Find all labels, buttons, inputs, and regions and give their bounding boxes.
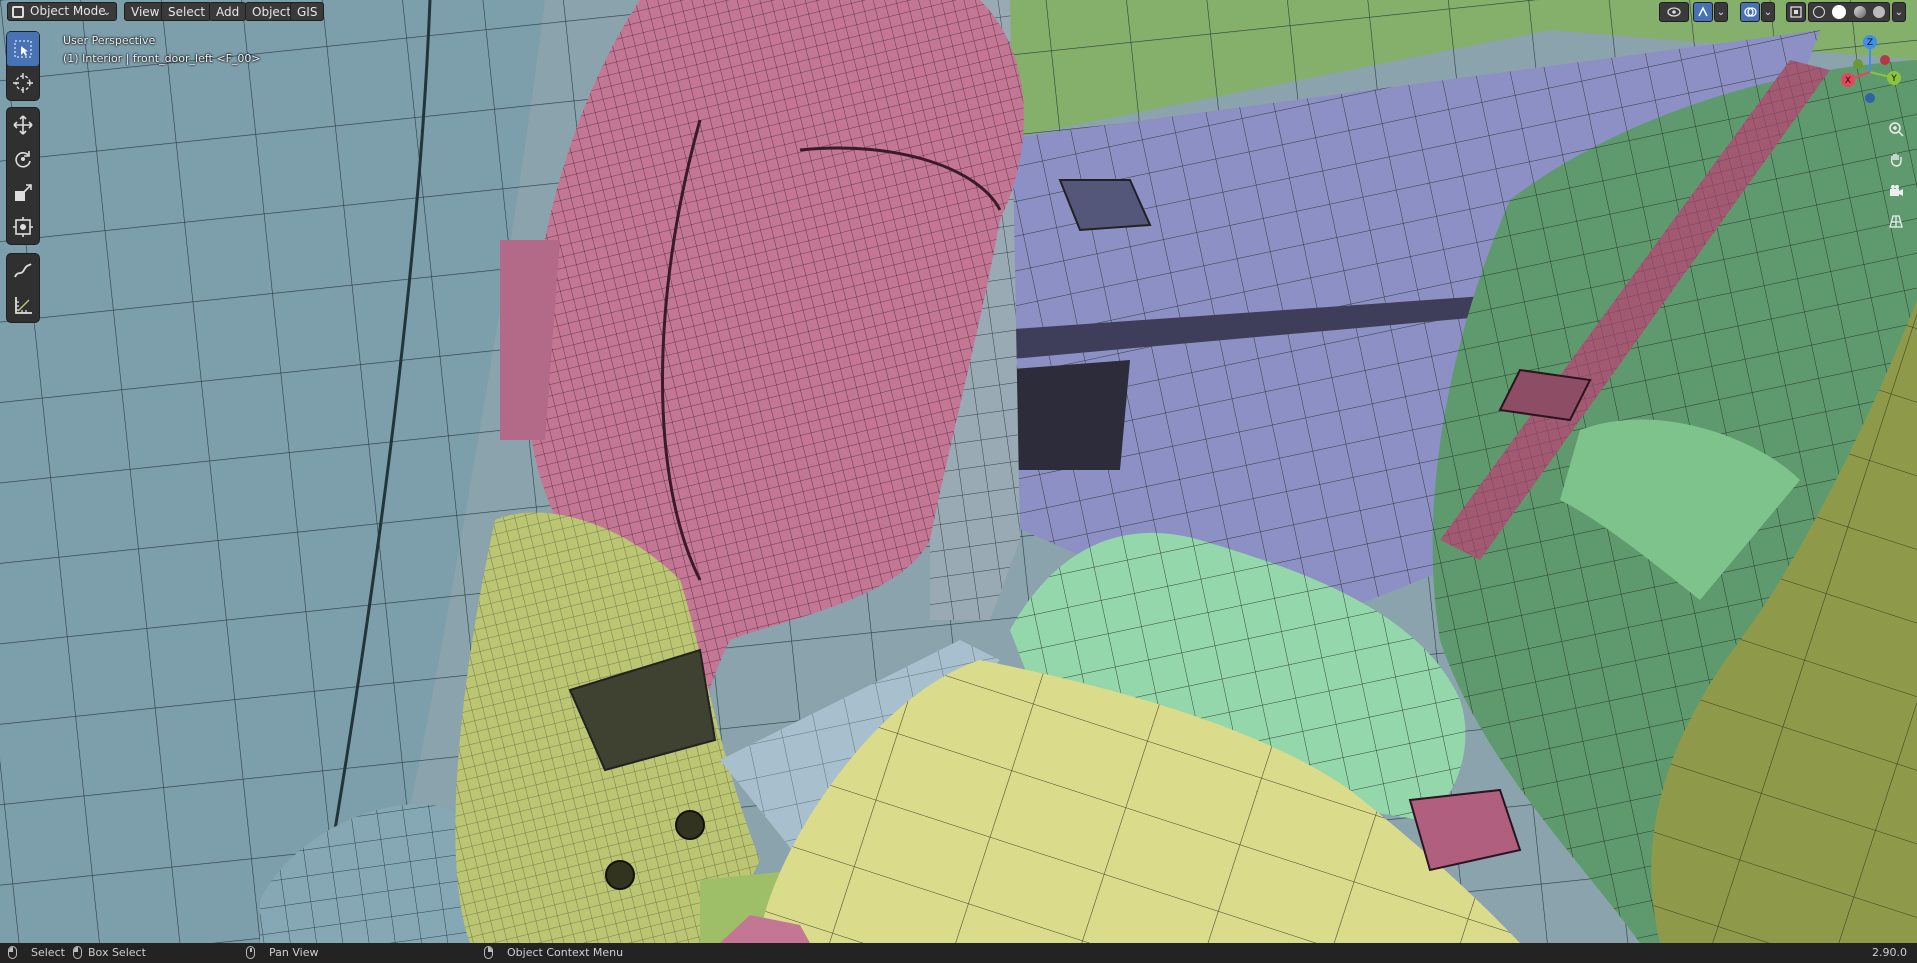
gizmo-toggle[interactable]	[1693, 2, 1713, 22]
chevron-down-icon: ⌄	[1894, 6, 1904, 18]
rotate-tool[interactable]	[7, 142, 39, 176]
solid-shading-icon[interactable]	[1832, 5, 1847, 19]
visibility-dropdown[interactable]	[1659, 2, 1689, 22]
version-label: 2.90.0	[1872, 946, 1907, 959]
zoom-button[interactable]	[1883, 116, 1909, 142]
move-icon	[13, 115, 33, 135]
object-mode-icon	[12, 5, 24, 18]
status-select-label: Select	[31, 946, 65, 959]
scale-tool[interactable]	[7, 176, 39, 210]
mode-label: Object Mode	[30, 4, 106, 18]
menu-select[interactable]: Select	[161, 2, 213, 21]
chevron-down-icon: ⌄	[1763, 6, 1773, 18]
pan-button[interactable]	[1883, 146, 1909, 172]
camera-icon	[1890, 185, 1903, 196]
hand-icon	[1890, 153, 1902, 167]
gizmo-dropdown[interactable]: ⌄	[1714, 2, 1728, 22]
zoom-icon	[1889, 122, 1904, 137]
status-pan-view: Pan View	[246, 946, 318, 959]
menu-add[interactable]: Add	[209, 2, 247, 21]
viewport-header: Object Mode ⌄ View Select Add Object GIS…	[0, 0, 1917, 24]
gizmo-y-label: Y	[1890, 74, 1897, 84]
status-context-menu: Object Context Menu	[484, 946, 623, 959]
status-pan-view-label: Pan View	[269, 946, 319, 959]
measure-icon	[15, 297, 32, 314]
mouse-right-icon	[484, 946, 493, 959]
move-tool[interactable]	[7, 108, 39, 142]
scale-icon	[15, 184, 32, 201]
material-shading-icon[interactable]	[1853, 6, 1866, 18]
object-info: (1) Interior | front_door_left <F_00>	[63, 52, 261, 65]
navigation-gizmo[interactable]: Y X Z	[1830, 30, 1910, 110]
xray-toggle[interactable]	[1786, 2, 1806, 22]
toolbar-group-select	[7, 32, 39, 100]
menu-gis[interactable]: GIS	[290, 2, 325, 21]
status-select: Select	[8, 946, 65, 959]
cursor-tool[interactable]	[7, 66, 39, 100]
measure-tool[interactable]	[7, 288, 39, 322]
mouse-drag-icon	[73, 946, 82, 959]
overlays-dropdown[interactable]: ⌄	[1761, 2, 1775, 22]
perspective-toggle-button[interactable]	[1883, 208, 1909, 234]
cursor-icon	[13, 73, 33, 93]
status-bar: Select Box Select Pan View Object Contex…	[0, 943, 1917, 963]
toolbar-group-annotate	[7, 254, 39, 322]
shading-modes[interactable]	[1808, 2, 1890, 22]
select-box-icon	[14, 40, 32, 58]
chevron-down-icon: ⌄	[102, 7, 111, 18]
scene-render	[0, 0, 1917, 943]
status-box-select: Box Select	[73, 946, 146, 959]
eye-icon	[1667, 7, 1681, 17]
rendered-shading-icon[interactable]	[1873, 6, 1886, 18]
toolbar-group-transform	[7, 108, 39, 244]
mouse-middle-icon	[246, 946, 255, 959]
mode-selector[interactable]: Object Mode ⌄	[7, 2, 117, 21]
overlays-toggle[interactable]	[1740, 2, 1760, 22]
shading-dropdown[interactable]: ⌄	[1892, 2, 1906, 22]
transform-icon	[13, 217, 33, 237]
chevron-down-icon: ⌄	[1716, 6, 1726, 18]
status-context-menu-label: Object Context Menu	[507, 946, 624, 959]
xray-icon	[1790, 6, 1802, 18]
rotate-icon	[15, 151, 31, 168]
view-name: User Perspective	[63, 34, 156, 47]
status-box-select-label: Box Select	[88, 946, 146, 959]
transform-tool[interactable]	[7, 210, 39, 244]
select-box-tool[interactable]	[7, 32, 39, 66]
gizmo-icon	[1698, 6, 1708, 17]
annotate-tool[interactable]	[7, 254, 39, 288]
annotate-icon	[14, 263, 32, 278]
gizmo-x-label: X	[1845, 76, 1851, 86]
overlays-icon	[1744, 7, 1757, 17]
wireframe-shading-icon[interactable]	[1812, 6, 1825, 18]
gizmo-z-label: Z	[1867, 38, 1873, 48]
camera-view-button[interactable]	[1883, 178, 1909, 204]
3d-viewport[interactable]: Object Mode ⌄ View Select Add Object GIS…	[0, 0, 1917, 943]
grid-icon	[1889, 215, 1903, 228]
mouse-left-icon	[8, 946, 17, 959]
